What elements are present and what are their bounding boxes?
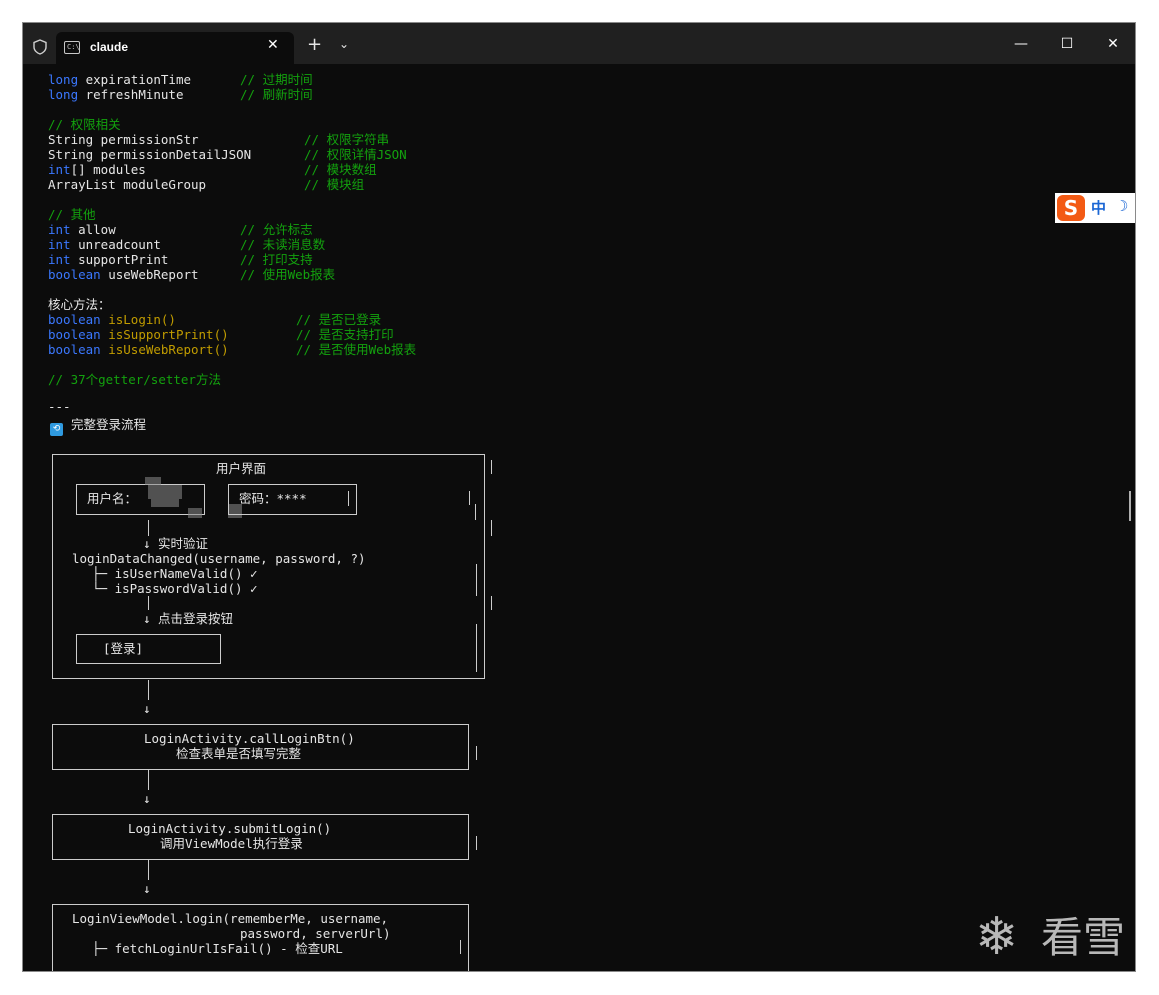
submit-login-title: LoginActivity.submitLogin() bbox=[128, 821, 332, 836]
code-comment: // 是否已登录 bbox=[296, 312, 382, 327]
box-edge bbox=[491, 460, 492, 474]
redacted-pixel bbox=[148, 485, 182, 499]
code-comment: // 未读消息数 bbox=[240, 237, 326, 252]
code-line: String permissionDetailJSON bbox=[48, 147, 252, 162]
password-label: 密码：**** bbox=[239, 491, 307, 506]
viewmodel-line1: LoginViewModel.login(rememberMe, usernam… bbox=[72, 911, 389, 926]
connector-line bbox=[148, 520, 149, 536]
code-line: boolean isUseWebReport() bbox=[48, 342, 229, 357]
box-edge bbox=[476, 836, 477, 850]
box-edge bbox=[475, 504, 476, 520]
code-comment: // 是否支持打印 bbox=[296, 327, 394, 342]
redacted-pixel bbox=[151, 499, 179, 507]
password-cursor bbox=[348, 491, 349, 506]
section-comment: // 37个getter/setter方法 bbox=[48, 372, 221, 387]
code-comment: // 打印支持 bbox=[240, 252, 313, 267]
code-line: boolean isLogin() bbox=[48, 312, 176, 327]
title-bar: C:\ claude ✕ + ⌄ — ☐ ✕ bbox=[23, 23, 1135, 64]
login-data-changed: loginDataChanged(username, password, ?) bbox=[72, 551, 366, 566]
ime-mode[interactable]: 中 bbox=[1091, 197, 1106, 218]
viewmodel-line3: ├─ fetchLoginUrlIsFail() - 检查URL bbox=[92, 941, 343, 956]
code-line: String permissionStr bbox=[48, 132, 199, 147]
terminal-content[interactable]: long expirationTime // 过期时间 long refresh… bbox=[23, 64, 1135, 971]
ime-toolbar[interactable]: S 中 ☽ bbox=[1055, 193, 1135, 223]
code-line: long expirationTime bbox=[48, 72, 191, 87]
box-edge bbox=[491, 520, 492, 536]
new-tab-button[interactable]: + bbox=[307, 35, 322, 55]
password-valid: └─ isPasswordValid() ✓ bbox=[92, 581, 258, 596]
code-line: long refreshMinute bbox=[48, 87, 184, 102]
connector-line bbox=[148, 680, 149, 700]
code-comment: // 过期时间 bbox=[240, 72, 313, 87]
code-comment: // 模块数组 bbox=[304, 162, 377, 177]
terminal-window: C:\ claude ✕ + ⌄ — ☐ ✕ long expirationTi… bbox=[22, 22, 1136, 972]
username-label: 用户名： bbox=[87, 491, 138, 506]
click-login: ↓ 点击登录按钮 bbox=[143, 611, 234, 626]
code-comment: // 权限详情JSON bbox=[304, 147, 407, 162]
code-line: boolean isSupportPrint() bbox=[48, 327, 229, 342]
box-edge bbox=[484, 610, 485, 626]
watermark-text: 看雪 bbox=[1041, 913, 1126, 962]
core-methods-heading: 核心方法： bbox=[48, 297, 111, 312]
box-edge bbox=[491, 596, 492, 610]
code-comment: // 刷新时间 bbox=[240, 87, 313, 102]
box-edge bbox=[476, 624, 477, 672]
terminal-icon: C:\ bbox=[64, 41, 80, 54]
minimize-button[interactable]: — bbox=[1001, 32, 1041, 56]
tab-dropdown-button[interactable]: ⌄ bbox=[339, 37, 349, 51]
call-login-desc: 检查表单是否填写完整 bbox=[176, 746, 302, 761]
realtime-validate: ↓ 实时验证 bbox=[143, 536, 209, 551]
arrow-down: ↓ bbox=[143, 701, 151, 716]
code-line: int supportPrint bbox=[48, 252, 169, 267]
code-comment: // 允许标志 bbox=[240, 222, 313, 237]
code-line: boolean useWebReport bbox=[48, 267, 199, 282]
connector-line bbox=[148, 770, 149, 790]
tab-claude[interactable]: C:\ claude ✕ bbox=[56, 32, 294, 64]
login-button-label: [登录] bbox=[103, 641, 144, 656]
code-line: ArrayList moduleGroup bbox=[48, 177, 207, 192]
section-comment: // 权限相关 bbox=[48, 117, 121, 132]
code-comment: // 使用Web报表 bbox=[240, 267, 336, 282]
snowflake-icon: ❄ bbox=[975, 907, 1019, 967]
code-comment: // 是否使用Web报表 bbox=[296, 342, 417, 357]
redacted-pixel bbox=[188, 508, 202, 518]
box-edge bbox=[469, 491, 470, 505]
code-line: int[] modules bbox=[48, 162, 146, 177]
code-comment: // 模块组 bbox=[304, 177, 365, 192]
box-edge bbox=[476, 564, 477, 596]
arrow-down: ↓ bbox=[143, 791, 151, 806]
call-login-title: LoginActivity.callLoginBtn() bbox=[144, 731, 355, 746]
connector-line bbox=[148, 596, 149, 610]
close-window-button[interactable]: ✕ bbox=[1093, 32, 1133, 56]
box-edge bbox=[460, 940, 461, 954]
username-valid: ├─ isUserNameValid() ✓ bbox=[92, 566, 258, 581]
redacted-pixel bbox=[145, 477, 161, 485]
code-line: int unreadcount bbox=[48, 237, 161, 252]
submit-login-desc: 调用ViewModel执行登录 bbox=[160, 836, 303, 851]
moon-icon[interactable]: ☽ bbox=[1115, 197, 1128, 215]
login-button[interactable] bbox=[76, 634, 221, 664]
maximize-button[interactable]: ☐ bbox=[1047, 32, 1087, 56]
box-edge bbox=[476, 746, 477, 760]
ui-title: 用户界面 bbox=[216, 461, 267, 476]
code-line: int allow bbox=[48, 222, 116, 237]
flow-heading: ⟲ 完整登录流程 bbox=[50, 417, 146, 436]
tab-close-button[interactable]: ✕ bbox=[267, 37, 279, 53]
viewmodel-line2: password, serverUrl) bbox=[240, 926, 391, 941]
refresh-icon: ⟲ bbox=[50, 423, 63, 436]
code-comment: // 权限字符串 bbox=[304, 132, 390, 147]
shield-icon[interactable] bbox=[32, 39, 48, 55]
horizontal-rule: --- bbox=[48, 399, 71, 414]
tab-title: claude bbox=[90, 40, 129, 54]
arrow-down: ↓ bbox=[143, 881, 151, 896]
section-comment: // 其他 bbox=[48, 207, 96, 222]
sogou-logo-icon: S bbox=[1057, 195, 1085, 221]
scrollbar-thumb[interactable] bbox=[1129, 491, 1131, 521]
box-edge bbox=[484, 542, 485, 566]
box-edge bbox=[484, 491, 485, 505]
connector-line bbox=[148, 860, 149, 880]
